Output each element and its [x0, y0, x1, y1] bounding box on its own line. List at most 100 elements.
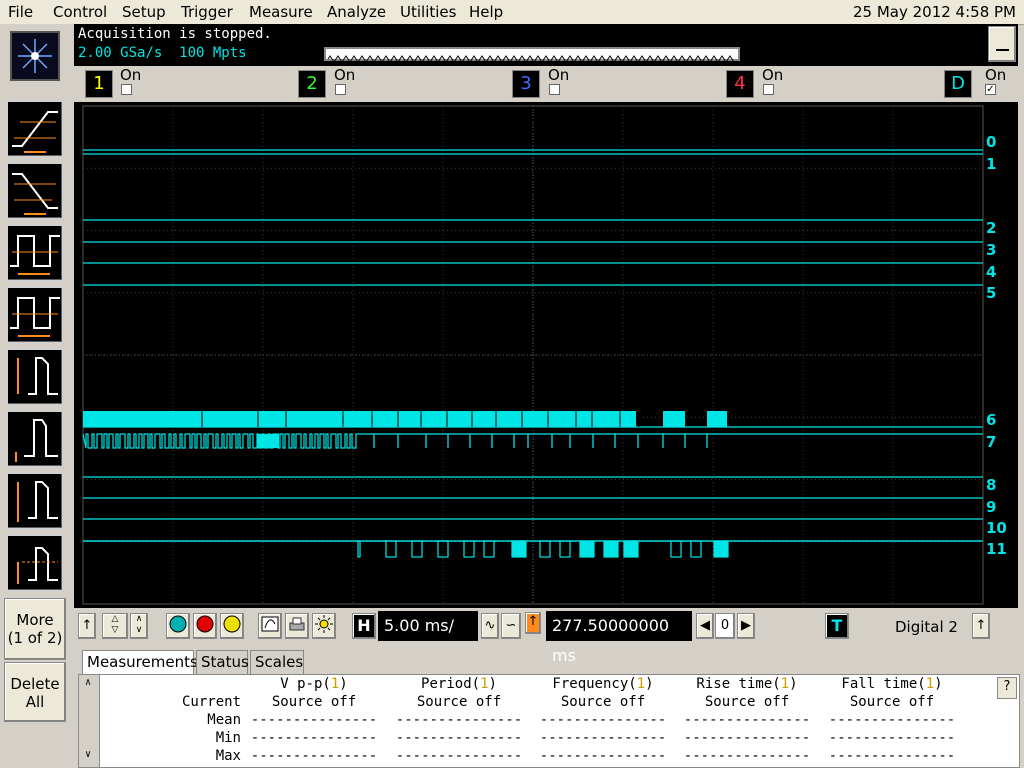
period-button[interactable] — [6, 224, 64, 282]
trace-11-pulse — [463, 540, 475, 558]
trace-11-filled-pulse — [580, 541, 594, 557]
trace-6-burst — [663, 411, 685, 427]
rise-time-icon — [12, 111, 58, 153]
scroll-button[interactable]: ∧ ∨ — [130, 613, 148, 639]
measurement-current-value: Source off — [704, 694, 790, 710]
position-zero-button[interactable]: 0 — [715, 613, 735, 639]
menu-file[interactable]: File — [8, 3, 33, 21]
position-left-button[interactable]: ◀ — [696, 613, 714, 639]
frequency-button[interactable] — [6, 286, 64, 344]
menu-help[interactable]: Help — [469, 3, 503, 21]
sample-rate-info: 2.00 GSa/s 100 Mpts — [78, 45, 247, 61]
measurement-header-0[interactable]: V p-p(1) — [244, 676, 384, 692]
brightness-button[interactable] — [312, 613, 336, 639]
vpp-button[interactable] — [6, 348, 64, 406]
channel-2-checkbox[interactable] — [335, 84, 346, 95]
measurements-panel: ∧ ∨ V p-p(1) Source off --------------- ---… — [78, 674, 1020, 768]
memory-bar-waveform — [327, 55, 735, 63]
yellow-circle-icon — [223, 615, 241, 633]
tab-measurements[interactable]: Measurements — [82, 650, 198, 675]
more-page-label: (1 of 2) — [7, 629, 63, 647]
waveform-display[interactable]: 0 1 2 3 4 5 6 7 8 9 10 11 — [74, 102, 1018, 608]
delete-all-label: All — [25, 693, 45, 711]
position-value: 277.50000000 ms — [552, 616, 670, 665]
delete-all-button[interactable]: Delete All — [4, 662, 66, 722]
measurement-header-1[interactable]: Period(1) — [389, 676, 529, 692]
horizontal-menu-button[interactable]: H — [352, 613, 376, 639]
tab-scales[interactable]: Scales — [250, 650, 304, 674]
digital-label-5: 5 — [986, 284, 997, 302]
measurement-empty-value: --------------- — [395, 712, 523, 728]
channel-4-checkbox[interactable] — [763, 84, 774, 95]
channel-1-checkbox[interactable] — [121, 84, 132, 95]
memory-bar[interactable] — [324, 47, 740, 63]
measurement-empty-value: --------------- — [683, 748, 811, 764]
menu-utilities[interactable]: Utilities — [400, 3, 456, 21]
delete-label: Delete — [10, 675, 60, 693]
vmax-icon — [15, 419, 58, 462]
digital-channel-button[interactable]: D — [944, 70, 972, 98]
trigger-slope-button[interactable]: ↑ — [972, 613, 990, 639]
timebase-coarse-button[interactable]: ∽ — [501, 613, 521, 639]
vamplitude-icon — [17, 481, 58, 522]
position-display[interactable]: 277.50000000 ms — [546, 611, 692, 665]
timebase-fine-button[interactable]: ∿ — [481, 613, 499, 639]
zoom-vertical-button[interactable]: △ ▽ — [102, 613, 128, 639]
stop-button[interactable] — [193, 613, 217, 639]
fall-time-button[interactable] — [6, 162, 64, 220]
measurement-current-value: Source off — [849, 694, 935, 710]
position-right-button[interactable]: ▶ — [737, 613, 755, 639]
orange-arrow-icon: ↑ — [527, 614, 539, 629]
menu-analyze[interactable]: Analyze — [327, 3, 386, 21]
pointer-button[interactable]: ↑ — [78, 613, 96, 639]
trace-11-filled-pulse — [624, 541, 638, 557]
channel-3-checkbox[interactable] — [549, 84, 560, 95]
channel-4-button[interactable]: 4 — [726, 70, 754, 98]
measurement-empty-value: --------------- — [395, 730, 523, 746]
cyan-circle-icon — [169, 615, 187, 633]
tab-status[interactable]: Status — [196, 650, 249, 674]
menu-trigger[interactable]: Trigger — [181, 3, 233, 21]
menu-control[interactable]: Control — [53, 3, 107, 21]
channel-2-button[interactable]: 2 — [298, 70, 326, 98]
channel-3-button[interactable]: 3 — [512, 70, 540, 98]
period-icon — [10, 235, 60, 275]
measurement-header-3[interactable]: Rise time(1) — [677, 676, 817, 692]
menu-measure[interactable]: Measure — [249, 3, 313, 21]
digital-label-9: 9 — [986, 498, 997, 516]
channel-2-on-label: On — [334, 66, 356, 84]
measurement-name: Rise time — [696, 676, 773, 692]
digital-label-1: 1 — [986, 155, 997, 173]
trigger-reference-marker[interactable]: ↑ — [525, 612, 541, 634]
digital-checkbox[interactable]: ✓ — [985, 84, 996, 95]
more-button[interactable]: More (1 of 2) — [4, 598, 66, 660]
channel-3-label: 3 — [520, 73, 532, 94]
vavg-button[interactable] — [6, 534, 64, 592]
trace-7-dense — [257, 434, 279, 448]
measurement-header-2[interactable]: Frequency(1) — [533, 676, 673, 692]
scroll-up-icon[interactable]: ∧ — [80, 677, 96, 693]
single-button[interactable] — [220, 613, 244, 639]
waveform-plot — [82, 105, 984, 605]
channel-1-button[interactable]: 1 — [85, 70, 113, 98]
vmax-button[interactable] — [6, 410, 64, 468]
minimize-button[interactable] — [988, 26, 1016, 62]
zoom-cyan-button[interactable] — [166, 613, 190, 639]
tab-scales-label: Scales — [255, 653, 304, 671]
rise-time-button[interactable] — [6, 100, 64, 158]
zoom-vertical-icon: △ ▽ — [111, 614, 119, 635]
vamplitude-button[interactable] — [6, 472, 64, 530]
menu-setup[interactable]: Setup — [122, 3, 166, 21]
graticule — [82, 105, 984, 605]
measurement-source-channel: 1 — [330, 676, 340, 692]
help-button[interactable]: ? — [997, 677, 1017, 699]
digital-channel-label: D — [951, 73, 965, 94]
measurement-header-4[interactable]: Fall time(1) — [822, 676, 962, 692]
timebase-display[interactable]: 5.00 ms/ — [378, 611, 478, 641]
print-button[interactable] — [285, 613, 309, 639]
vavg-icon — [17, 547, 58, 584]
autoscale-button[interactable] — [258, 613, 282, 639]
trigger-menu-button[interactable]: T — [825, 613, 849, 639]
row-label-min: Min — [215, 730, 241, 746]
measurement-current-value: Source off — [416, 694, 502, 710]
